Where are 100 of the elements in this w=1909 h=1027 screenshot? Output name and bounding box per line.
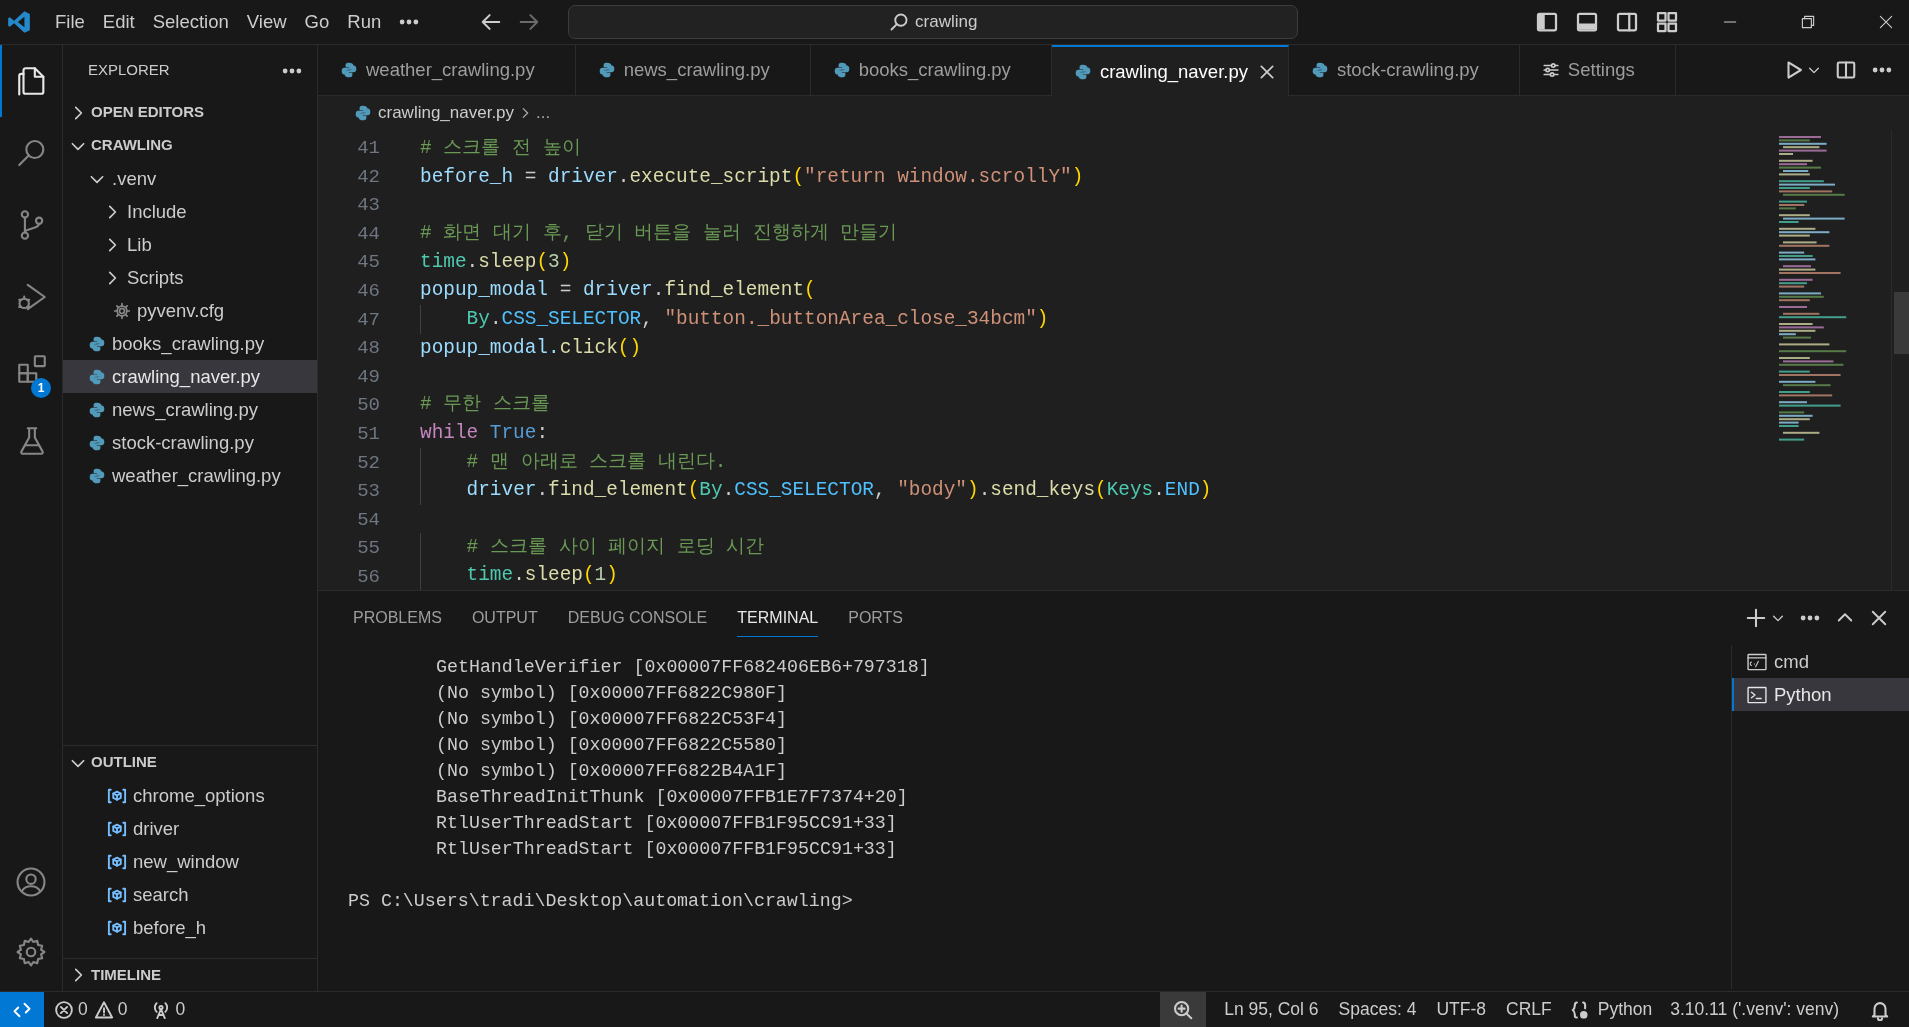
tree-item[interactable]: stock-crawling.py — [63, 426, 317, 459]
menu-item[interactable]: Selection — [143, 4, 238, 40]
editor-tab[interactable]: books_crawling.py — [810, 45, 1052, 96]
plus-icon[interactable] — [1745, 607, 1767, 629]
section-header[interactable]: CRAWLING — [63, 129, 317, 162]
back-arrow-icon[interactable] — [480, 11, 503, 33]
breadcrumb-item[interactable]: ... — [536, 100, 551, 126]
customize-layout-icon[interactable] — [1655, 10, 1679, 34]
python-file-icon — [88, 400, 106, 419]
app-logo-icon — [6, 9, 32, 35]
zoom-button[interactable] — [1160, 992, 1207, 1027]
toggle-sidebar-icon[interactable] — [1535, 10, 1559, 34]
section-header[interactable]: OUTLINE — [63, 746, 317, 779]
menu-item[interactable]: File — [46, 4, 94, 40]
warning-icon — [93, 999, 114, 1020]
terminal-session-item[interactable]: cmd — [1732, 645, 1909, 678]
editor-tab[interactable]: weather_crawling.py — [318, 45, 576, 96]
python-file-icon — [88, 334, 106, 353]
editor-tab[interactable]: stock-crawling.py — [1288, 45, 1520, 96]
panel-tab[interactable]: PORTS — [848, 599, 904, 637]
outline-item[interactable]: before_h — [63, 911, 317, 944]
python-file-icon — [832, 61, 851, 79]
sidebar-title: EXPLORER — [88, 60, 170, 81]
tree-item[interactable]: pyvenv.cfg — [63, 294, 317, 327]
code-line: # 스크롤 사이 페이지 로딩 시간 — [466, 534, 765, 560]
line-number: 47 — [357, 307, 380, 333]
menu-item[interactable]: View — [237, 4, 296, 40]
tree-item[interactable]: Lib — [63, 228, 317, 261]
line-number: 56 — [357, 564, 380, 590]
section-header[interactable]: OPEN EDITORS — [63, 96, 317, 129]
restore-icon[interactable] — [1799, 13, 1817, 31]
panel-tab[interactable]: PROBLEMS — [353, 599, 442, 637]
notification-badge: 1 — [31, 378, 51, 398]
gear-icon — [113, 301, 131, 320]
status-item[interactable]: CRLF — [1496, 992, 1562, 1027]
status-item[interactable]: UTF-8 — [1426, 992, 1496, 1027]
close-icon[interactable] — [1869, 608, 1889, 628]
close-icon[interactable] — [1877, 13, 1895, 31]
status-item[interactable]: 0 — [93, 992, 128, 1027]
panel-tab[interactable]: TERMINAL — [737, 599, 819, 637]
remote-button[interactable] — [0, 992, 44, 1027]
code-line: By.CSS_SELECTOR, "button._buttonArea_close_34bcm") — [466, 307, 1049, 333]
tree-item[interactable]: .venv — [63, 162, 317, 195]
toggle-secondary-sidebar-icon[interactable] — [1615, 10, 1639, 34]
python-file-icon — [88, 433, 106, 452]
line-number: 41 — [357, 136, 380, 161]
status-item[interactable]: Ln 95, Col 6 — [1214, 992, 1329, 1027]
status-item[interactable]: 0 — [151, 992, 186, 1027]
outline-item[interactable]: new_window — [63, 845, 317, 878]
line-number: 46 — [357, 278, 380, 304]
tree-item[interactable]: news_crawling.py — [63, 393, 317, 426]
panel-tab[interactable]: DEBUG CONSOLE — [567, 599, 708, 637]
terminal-output-line: (No symbol) [0x00007FF6822B4A1F] — [436, 760, 788, 784]
status-item[interactable]: 0 — [54, 992, 88, 1027]
split-editor-icon[interactable] — [1835, 59, 1857, 81]
menu-item[interactable]: Edit — [93, 4, 144, 40]
code-line: time.sleep(3) — [420, 249, 572, 275]
editor-tab[interactable]: news_crawling.py — [575, 45, 811, 96]
line-number: 48 — [357, 336, 380, 362]
tree-item[interactable]: weather_crawling.py — [63, 459, 317, 492]
terminal-session-item[interactable]: Python — [1732, 678, 1909, 711]
line-number: 52 — [357, 450, 380, 476]
tree-item[interactable]: books_crawling.py — [63, 327, 317, 360]
outline-item[interactable]: search — [63, 878, 317, 911]
menu-item[interactable]: Run — [338, 4, 391, 40]
python-file-icon — [1073, 62, 1092, 81]
breadcrumb-item[interactable]: crawling_naver.py — [354, 100, 515, 126]
scrollbar-thumb[interactable] — [1894, 292, 1909, 354]
editor-tab[interactable]: crawling_naver.py — [1051, 45, 1289, 96]
outline-item[interactable]: chrome_options — [63, 779, 317, 812]
tree-item[interactable]: Include — [63, 195, 317, 228]
menu-item[interactable]: Go — [295, 4, 339, 40]
forward-arrow-icon[interactable] — [518, 11, 541, 33]
code-line: # 무한 스크롤 — [420, 392, 550, 418]
python-file-icon — [340, 61, 358, 79]
status-item[interactable]: Python — [1561, 992, 1661, 1027]
tree-item[interactable]: crawling_naver.py — [63, 360, 317, 393]
outline-item[interactable]: driver — [63, 812, 317, 845]
toggle-panel-icon[interactable] — [1575, 10, 1599, 34]
panel-tab[interactable]: OUTPUT — [471, 599, 538, 637]
settings-icon[interactable] — [14, 935, 48, 969]
close-icon[interactable] — [1257, 62, 1276, 81]
tree-item[interactable]: Scripts — [63, 261, 317, 294]
terminal-prompt: PS C:\Users\tradi\Desktop\automation\crawling> — [348, 890, 853, 914]
zoom-in-icon — [1172, 998, 1195, 1021]
line-number: 49 — [357, 364, 380, 390]
line-number: 44 — [357, 221, 380, 247]
terminal-output-line: RtlUserThreadStart [0x00007FFB1F95CC91+33] — [436, 838, 897, 862]
code-line: popup_modal.click() — [420, 335, 642, 361]
terminal-output-line: GetHandleVerifier [0x00007FF682406EB6+797318] — [436, 656, 930, 680]
status-item[interactable]: Spaces: 4 — [1328, 992, 1427, 1027]
editor-tab[interactable]: Settings — [1519, 45, 1676, 96]
status-item[interactable]: 3.10.11 ('.venv': venv) — [1660, 992, 1849, 1027]
code-line: # 스크롤 전 높이 — [420, 136, 581, 161]
line-number: 51 — [357, 421, 380, 447]
terminal-output-line: BaseThreadInitThunk [0x00007FFB1E7F7374+20] — [436, 786, 908, 810]
code-line: driver.find_element(By.CSS_SELECTOR, "body").send_keys(Keys.END) — [466, 478, 1212, 504]
code-line: popup_modal = driver.find_element( — [420, 278, 816, 304]
account-icon[interactable] — [14, 865, 48, 899]
command-center-search[interactable]: crawling — [568, 5, 1299, 39]
